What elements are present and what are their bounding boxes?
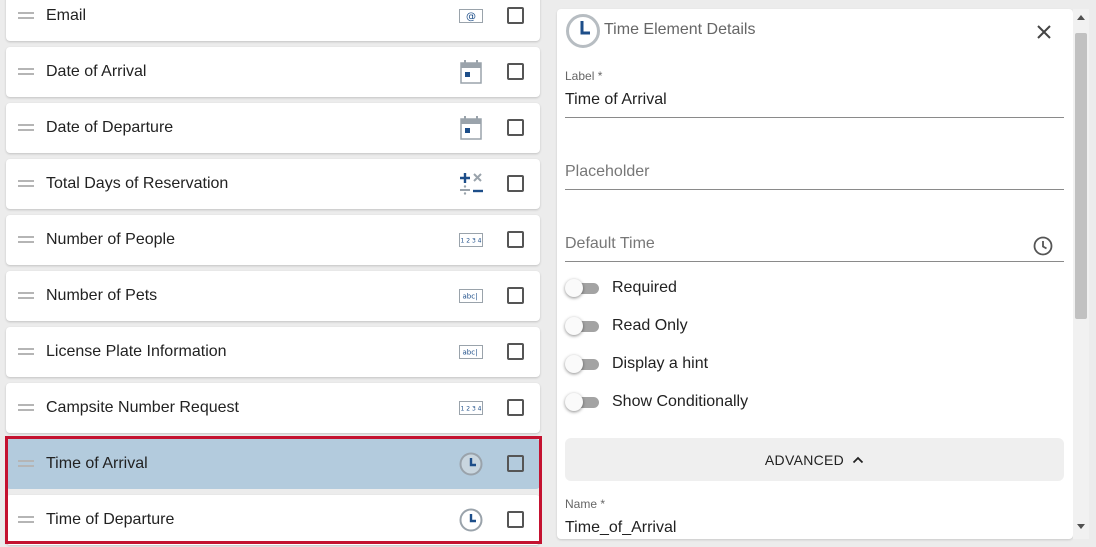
close-icon — [1037, 25, 1051, 39]
list-item-label: Date of Departure — [46, 119, 174, 136]
text-icon-text: abc| — [463, 349, 478, 357]
list-item-date-of-arrival[interactable]: Date of Arrival — [6, 47, 540, 97]
checkbox[interactable] — [507, 287, 524, 304]
close-button[interactable] — [1033, 21, 1055, 43]
chevron-up-icon — [852, 456, 864, 463]
toggle-read-only[interactable]: Read Only — [565, 314, 865, 338]
checkbox[interactable] — [507, 175, 524, 192]
panel-title: Time Element Details — [604, 21, 756, 38]
list-item-license-plate[interactable]: License Plate Information abc| — [6, 327, 540, 377]
clock-picker-icon[interactable] — [1032, 235, 1054, 262]
list-item-label: Time of Arrival — [46, 455, 148, 472]
list-item-date-of-departure[interactable]: Date of Departure — [6, 103, 540, 153]
list-item-total-days[interactable]: Total Days of Reservation — [6, 159, 540, 209]
drag-handle-icon[interactable] — [18, 124, 34, 131]
clock-icon — [458, 451, 484, 477]
clock-icon — [458, 507, 484, 533]
number-input-icon: 1 2 3 4 — [458, 227, 484, 253]
name-field-value[interactable]: Time_of_Arrival — [565, 519, 1064, 537]
scrollbar-thumb[interactable] — [1075, 33, 1087, 319]
list-item-label: Campsite Number Request — [46, 399, 239, 416]
list-item-campsite-number[interactable]: Campsite Number Request 1 2 3 4 — [6, 383, 540, 433]
list-item-label: Date of Arrival — [46, 63, 147, 80]
toggle-required[interactable]: Required — [565, 276, 865, 300]
drag-handle-icon[interactable] — [18, 516, 34, 523]
field-list: Email @ Date of Arrival Date of Departur… — [0, 0, 546, 547]
list-item-time-of-departure[interactable]: Time of Departure — [6, 495, 540, 545]
toggle-switch[interactable] — [565, 317, 600, 335]
calendar-icon — [458, 115, 484, 141]
checkbox[interactable] — [507, 399, 524, 416]
checkbox[interactable] — [507, 343, 524, 360]
drag-handle-icon[interactable] — [18, 292, 34, 299]
toggle-switch[interactable] — [565, 393, 600, 411]
advanced-label: ADVANCED — [764, 451, 845, 468]
drag-handle-icon[interactable] — [18, 12, 34, 19]
toggle-switch[interactable] — [565, 355, 600, 373]
label-field-value[interactable]: Time of Arrival — [565, 91, 1064, 109]
toggle-show-conditionally[interactable]: Show Conditionally — [565, 390, 865, 414]
number-input-icon: 1 2 3 4 — [458, 395, 484, 421]
checkbox[interactable] — [507, 63, 524, 80]
email-icon-text: @ — [466, 12, 476, 23]
list-item-label: Total Days of Reservation — [46, 175, 229, 192]
panel-header: Time Element Details — [565, 11, 1065, 51]
list-item-number-of-pets[interactable]: Number of Pets abc| — [6, 271, 540, 321]
label-field[interactable]: Label * Time of Arrival — [565, 69, 1064, 119]
drag-handle-icon[interactable] — [18, 68, 34, 75]
toggle-display-hint[interactable]: Display a hint — [565, 352, 865, 376]
label-field-label: Label * — [565, 69, 603, 83]
toggle-switch[interactable] — [565, 279, 600, 297]
list-item-label: Time of Departure — [46, 511, 175, 528]
checkbox[interactable] — [507, 119, 524, 136]
placeholder-input[interactable]: Placeholder — [565, 163, 1064, 181]
list-item-time-of-arrival[interactable]: Time of Arrival — [6, 439, 540, 489]
checkbox[interactable] — [507, 231, 524, 248]
default-time-field[interactable]: Default Time — [565, 235, 1064, 263]
text-input-icon: abc| — [458, 339, 484, 365]
name-field[interactable]: Name * Time_of_Arrival — [565, 497, 1064, 539]
scroll-down-icon[interactable] — [1077, 524, 1085, 529]
calendar-icon — [458, 59, 484, 85]
name-field-label: Name * — [565, 497, 606, 511]
toggle-label: Required — [612, 279, 677, 296]
list-item-label: Email — [46, 7, 87, 24]
list-item-label: Number of People — [46, 231, 175, 248]
drag-handle-icon[interactable] — [18, 404, 34, 411]
toggle-label: Display a hint — [612, 355, 709, 372]
list-item-email[interactable]: Email @ — [6, 0, 540, 41]
panel-scrollbar[interactable] — [1073, 9, 1089, 539]
number-icon-text: 1 2 3 4 — [461, 406, 482, 413]
drag-handle-icon[interactable] — [18, 180, 34, 187]
number-icon-text: 1 2 3 4 — [461, 238, 482, 245]
toggle-label: Read Only — [612, 317, 688, 334]
checkbox[interactable] — [507, 511, 524, 528]
scroll-up-icon[interactable] — [1077, 15, 1085, 20]
toggle-label: Show Conditionally — [612, 393, 749, 410]
calculation-icon — [458, 171, 484, 197]
placeholder-field[interactable]: Placeholder — [565, 163, 1064, 191]
checkbox[interactable] — [507, 455, 524, 472]
text-icon-text: abc| — [463, 293, 478, 301]
email-icon: @ — [458, 3, 484, 29]
list-item-label: License Plate Information — [46, 343, 227, 360]
drag-handle-icon[interactable] — [18, 236, 34, 243]
checkbox[interactable] — [507, 7, 524, 24]
default-time-input[interactable]: Default Time — [565, 235, 1064, 253]
element-details-panel: Time Element Details Label * Time of Arr… — [557, 9, 1073, 539]
drag-handle-icon[interactable] — [18, 348, 34, 355]
list-item-number-of-people[interactable]: Number of People 1 2 3 4 — [6, 215, 540, 265]
advanced-button[interactable]: ADVANCED — [565, 438, 1064, 481]
text-input-icon: abc| — [458, 283, 484, 309]
drag-handle-icon[interactable] — [18, 460, 34, 467]
clock-icon — [565, 13, 601, 54]
list-item-label: Number of Pets — [46, 287, 158, 304]
